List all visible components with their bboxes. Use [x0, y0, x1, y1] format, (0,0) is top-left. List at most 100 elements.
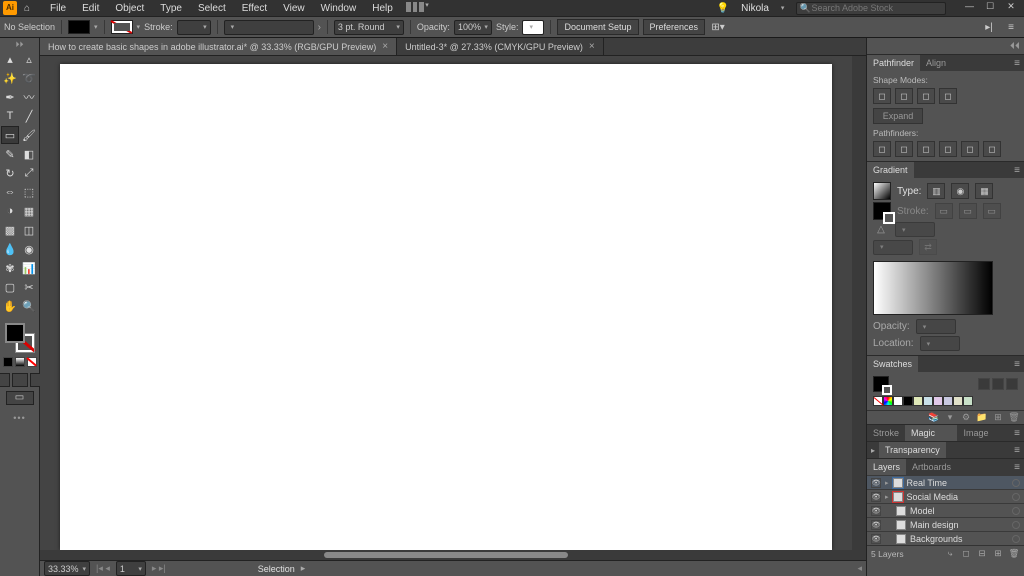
layer-row[interactable]: 👁 ▸ Real Time	[867, 475, 1024, 489]
merge-icon[interactable]: ◻	[917, 141, 935, 157]
target-icon[interactable]	[1012, 521, 1020, 529]
hand-tool[interactable]: ✋	[1, 297, 19, 315]
intersect-icon[interactable]: ◻	[917, 88, 935, 104]
expand-layer-icon[interactable]: ▸	[885, 479, 889, 487]
zoom-tool[interactable]: 🔍	[20, 297, 38, 315]
crop-icon[interactable]: ◻	[939, 141, 957, 157]
visibility-toggle[interactable]: 👁	[871, 506, 881, 516]
home-icon[interactable]: ⌂	[20, 1, 34, 15]
tab-swatches[interactable]: Swatches	[867, 356, 918, 372]
brush-dropdown[interactable]: 3 pt. Round	[334, 20, 404, 35]
menu-type[interactable]: Type	[152, 3, 190, 14]
lightbulb-icon[interactable]: 💡	[717, 3, 729, 14]
menu-window[interactable]: Window	[313, 3, 365, 14]
target-icon[interactable]	[1012, 479, 1020, 487]
panel-menu-icon[interactable]: ≡	[1010, 58, 1024, 69]
zoom-dropdown[interactable]: 33.33%	[44, 561, 90, 576]
tab-stroke[interactable]: Stroke	[867, 425, 905, 441]
window-close[interactable]: ✕	[1004, 1, 1018, 15]
delete-layer-icon[interactable]: 🗑	[1008, 548, 1020, 559]
menu-view[interactable]: View	[275, 3, 313, 14]
line-tool[interactable]: ╱	[20, 107, 38, 125]
target-icon[interactable]	[1012, 507, 1020, 515]
preferences-button[interactable]: Preferences	[643, 19, 706, 35]
free-transform-tool[interactable]: ⬚	[20, 183, 38, 201]
draw-behind-mode[interactable]	[12, 373, 28, 387]
symbol-sprayer-tool[interactable]: ✾	[1, 259, 19, 277]
panel-menu-icon[interactable]: ≡	[1010, 462, 1024, 473]
tab-layers[interactable]: Layers	[867, 459, 906, 475]
swatch-view-small-icon[interactable]	[992, 378, 1004, 390]
document-tab-active[interactable]: How to create basic shapes in adobe illu…	[40, 38, 397, 55]
artboard[interactable]	[60, 64, 832, 550]
swatch-kind-icon[interactable]: ▾	[944, 412, 956, 423]
artboard-tool[interactable]: ▢	[1, 278, 19, 296]
artboard-next-icon[interactable]: ▸ ▸|	[152, 563, 166, 574]
close-tab-icon[interactable]: ×	[382, 41, 388, 52]
edit-toolbar-icon[interactable]: •••	[13, 413, 25, 423]
swatch-libraries-icon[interactable]: 📚	[928, 412, 940, 423]
new-layer-icon[interactable]: ⊞	[992, 548, 1004, 559]
mesh-tool[interactable]: ▩	[1, 221, 19, 239]
target-icon[interactable]	[1012, 535, 1020, 543]
swatch-view-large-icon[interactable]	[1006, 378, 1018, 390]
screen-mode[interactable]: ▭	[6, 391, 34, 405]
menu-object[interactable]: Object	[107, 3, 152, 14]
tab-magic-wand[interactable]: Magic Wand	[905, 425, 957, 441]
style-dropdown[interactable]	[522, 20, 544, 35]
layer-name[interactable]: Main design	[910, 520, 959, 530]
swatch-view-list-icon[interactable]	[978, 378, 990, 390]
vp-dropdown[interactable]	[224, 20, 314, 35]
artboard-nav-input[interactable]: 1	[116, 561, 146, 576]
visibility-toggle[interactable]: 👁	[871, 492, 881, 502]
freeform-gradient-icon[interactable]: ▦	[975, 183, 993, 199]
tab-gradient[interactable]: Gradient	[867, 162, 914, 178]
curvature-tool[interactable]: 〰	[20, 88, 38, 106]
tab-pathfinder[interactable]: Pathfinder	[867, 55, 920, 71]
close-tab-icon[interactable]: ×	[589, 41, 595, 52]
panel-menu-icon[interactable]: ≡	[1010, 445, 1024, 456]
panel-toggle-icon[interactable]: ▸|	[980, 18, 998, 36]
color-mode-gradient[interactable]	[15, 357, 25, 367]
workspace-switcher-icon[interactable]: ▾	[405, 1, 429, 15]
trim-icon[interactable]: ◻	[895, 141, 913, 157]
layer-row[interactable]: 👁 Main design	[867, 517, 1024, 531]
pen-tool[interactable]: ✒	[1, 88, 19, 106]
window-minimize[interactable]: —	[962, 1, 976, 15]
delete-swatch-icon[interactable]: 🗑	[1008, 412, 1020, 423]
eyedropper-tool[interactable]: 💧	[1, 240, 19, 258]
selection-tool[interactable]: ▴	[1, 50, 19, 68]
stock-search-input[interactable]: 🔍 Search Adobe Stock	[796, 2, 946, 15]
shaper-tool[interactable]: ✎	[1, 145, 19, 163]
color-mode-none[interactable]	[27, 357, 37, 367]
shape-builder-tool[interactable]: ◑	[1, 202, 19, 220]
lasso-tool[interactable]: ➰	[20, 69, 38, 87]
rotate-tool[interactable]: ↻	[1, 164, 19, 182]
document-tab-inactive[interactable]: Untitled-3* @ 27.33% (CMYK/GPU Preview) …	[397, 38, 604, 55]
menu-edit[interactable]: Edit	[74, 3, 107, 14]
tab-transparency[interactable]: Transparency	[879, 442, 946, 458]
visibility-toggle[interactable]: 👁	[871, 534, 881, 544]
type-tool[interactable]: T	[1, 107, 19, 125]
direct-selection-tool[interactable]: ▵	[20, 50, 38, 68]
eraser-tool[interactable]: ◧	[20, 145, 38, 163]
make-clipping-mask-icon[interactable]: ◻	[960, 548, 972, 559]
expand-transparency-icon[interactable]: ▸	[867, 446, 879, 455]
tab-artboards[interactable]: Artboards	[906, 459, 957, 475]
new-swatch-icon[interactable]: ⊞	[992, 412, 1004, 423]
menu-file[interactable]: File	[42, 3, 74, 14]
canvas-area[interactable]	[40, 56, 852, 560]
stroke-weight-input[interactable]	[177, 20, 211, 35]
horizontal-scrollbar[interactable]	[40, 550, 852, 560]
layer-row[interactable]: 👁 Model	[867, 503, 1024, 517]
menu-help[interactable]: Help	[364, 3, 401, 14]
magic-wand-tool[interactable]: ✨	[1, 69, 19, 87]
draw-normal-mode[interactable]	[0, 373, 10, 387]
new-sublayer-icon[interactable]: ⊟	[976, 548, 988, 559]
linear-gradient-icon[interactable]: ▥	[927, 183, 945, 199]
expand-button[interactable]: Expand	[873, 108, 923, 124]
swatch-options-icon[interactable]: ⚙	[960, 412, 972, 423]
tools-collapse-icon[interactable]: ⏵⏵	[0, 40, 39, 50]
panel-menu-icon[interactable]: ≡	[1010, 359, 1024, 370]
width-tool[interactable]: ⇔	[1, 183, 19, 201]
